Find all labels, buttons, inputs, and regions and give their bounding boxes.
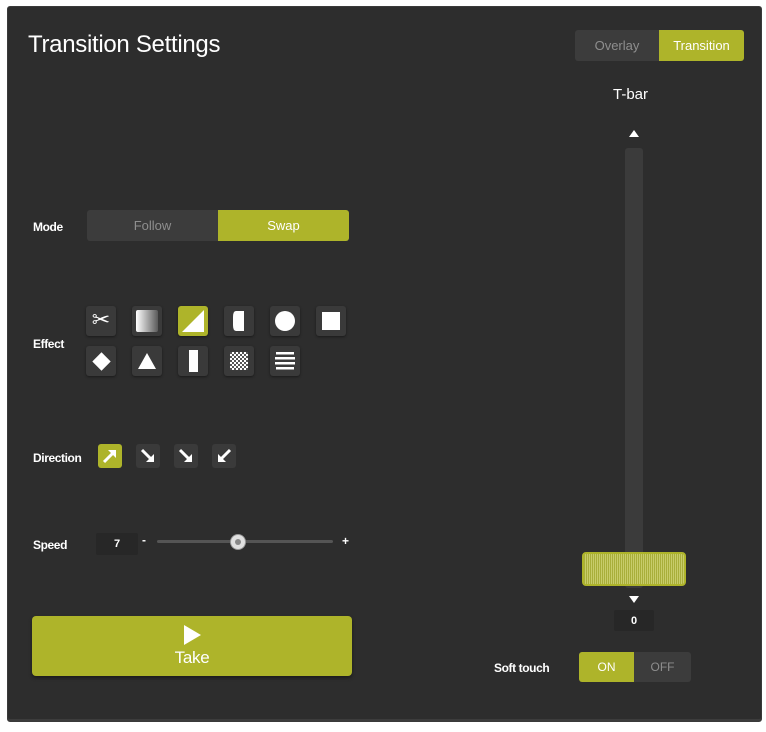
effect-fade-button[interactable] <box>132 306 162 336</box>
half-rounded-icon <box>233 311 244 331</box>
effect-diagonal-wipe-button[interactable] <box>178 306 208 336</box>
direction-button-1[interactable] <box>98 444 122 468</box>
effect-label: Effect <box>33 337 64 351</box>
play-icon <box>184 625 201 645</box>
direction-button-3[interactable] <box>174 444 198 468</box>
soft-touch-off-button[interactable]: OFF <box>634 652 691 682</box>
soft-touch-on-button[interactable]: ON <box>579 652 634 682</box>
vertical-bar-icon <box>188 350 198 372</box>
arrow-down-right-icon <box>178 448 192 462</box>
tbar-up-arrow-icon[interactable] <box>629 130 639 137</box>
speed-slider-knob[interactable] <box>230 535 245 549</box>
triangle-icon <box>138 353 156 369</box>
effect-rounded-wipe-button[interactable] <box>224 306 254 336</box>
circle-icon <box>275 311 295 331</box>
diamond-icon <box>91 351 111 371</box>
gradient-icon <box>136 310 158 332</box>
soft-touch-toggle: ON OFF <box>579 652 691 682</box>
square-icon <box>322 312 340 330</box>
speed-plus[interactable]: + <box>342 534 349 548</box>
tbar-label: T-bar <box>613 86 649 103</box>
horizontal-lines-icon <box>275 352 295 370</box>
effect-diamond-button[interactable] <box>86 346 116 376</box>
effect-bar-button[interactable] <box>178 346 208 376</box>
direction-button-2[interactable] <box>136 444 160 468</box>
speed-slider-track[interactable] <box>157 540 333 543</box>
mode-toggle: Follow Swap <box>87 210 349 241</box>
speed-minus[interactable]: - <box>142 533 146 547</box>
view-toggle: Overlay Transition <box>575 30 744 61</box>
transition-tab[interactable]: Transition <box>659 30 744 61</box>
arrow-down-right-icon <box>140 448 154 462</box>
direction-label: Direction <box>33 451 82 465</box>
tbar-down-arrow-icon[interactable] <box>629 596 639 603</box>
tbar-handle[interactable] <box>582 552 686 586</box>
effect-circle-button[interactable] <box>270 306 300 336</box>
effect-square-button[interactable] <box>316 306 346 336</box>
tbar-track[interactable] <box>625 148 643 588</box>
tbar-value[interactable]: 0 <box>614 610 654 631</box>
direction-button-4[interactable] <box>212 444 236 468</box>
effect-lines-button[interactable] <box>270 346 300 376</box>
effect-triangle-button[interactable] <box>132 346 162 376</box>
overlay-tab[interactable]: Overlay <box>575 30 659 61</box>
scissors-icon: ✂ <box>91 308 111 333</box>
take-label: Take <box>174 648 210 667</box>
mode-swap-button[interactable]: Swap <box>218 210 349 241</box>
mode-label: Mode <box>33 220 63 234</box>
take-button[interactable]: Take <box>32 616 352 676</box>
mode-follow-button[interactable]: Follow <box>87 210 218 241</box>
page-title: Transition Settings <box>28 31 221 58</box>
arrow-up-right-icon <box>102 450 116 464</box>
speed-label: Speed <box>33 538 68 552</box>
effect-checker-button[interactable] <box>224 346 254 376</box>
effect-cut-button[interactable]: ✂ <box>86 306 116 336</box>
checker-icon <box>230 352 248 370</box>
soft-touch-label: Soft touch <box>494 661 550 675</box>
diagonal-wipe-icon <box>182 310 204 332</box>
speed-value[interactable]: 7 <box>96 533 138 555</box>
arrow-down-left-icon <box>218 448 232 462</box>
